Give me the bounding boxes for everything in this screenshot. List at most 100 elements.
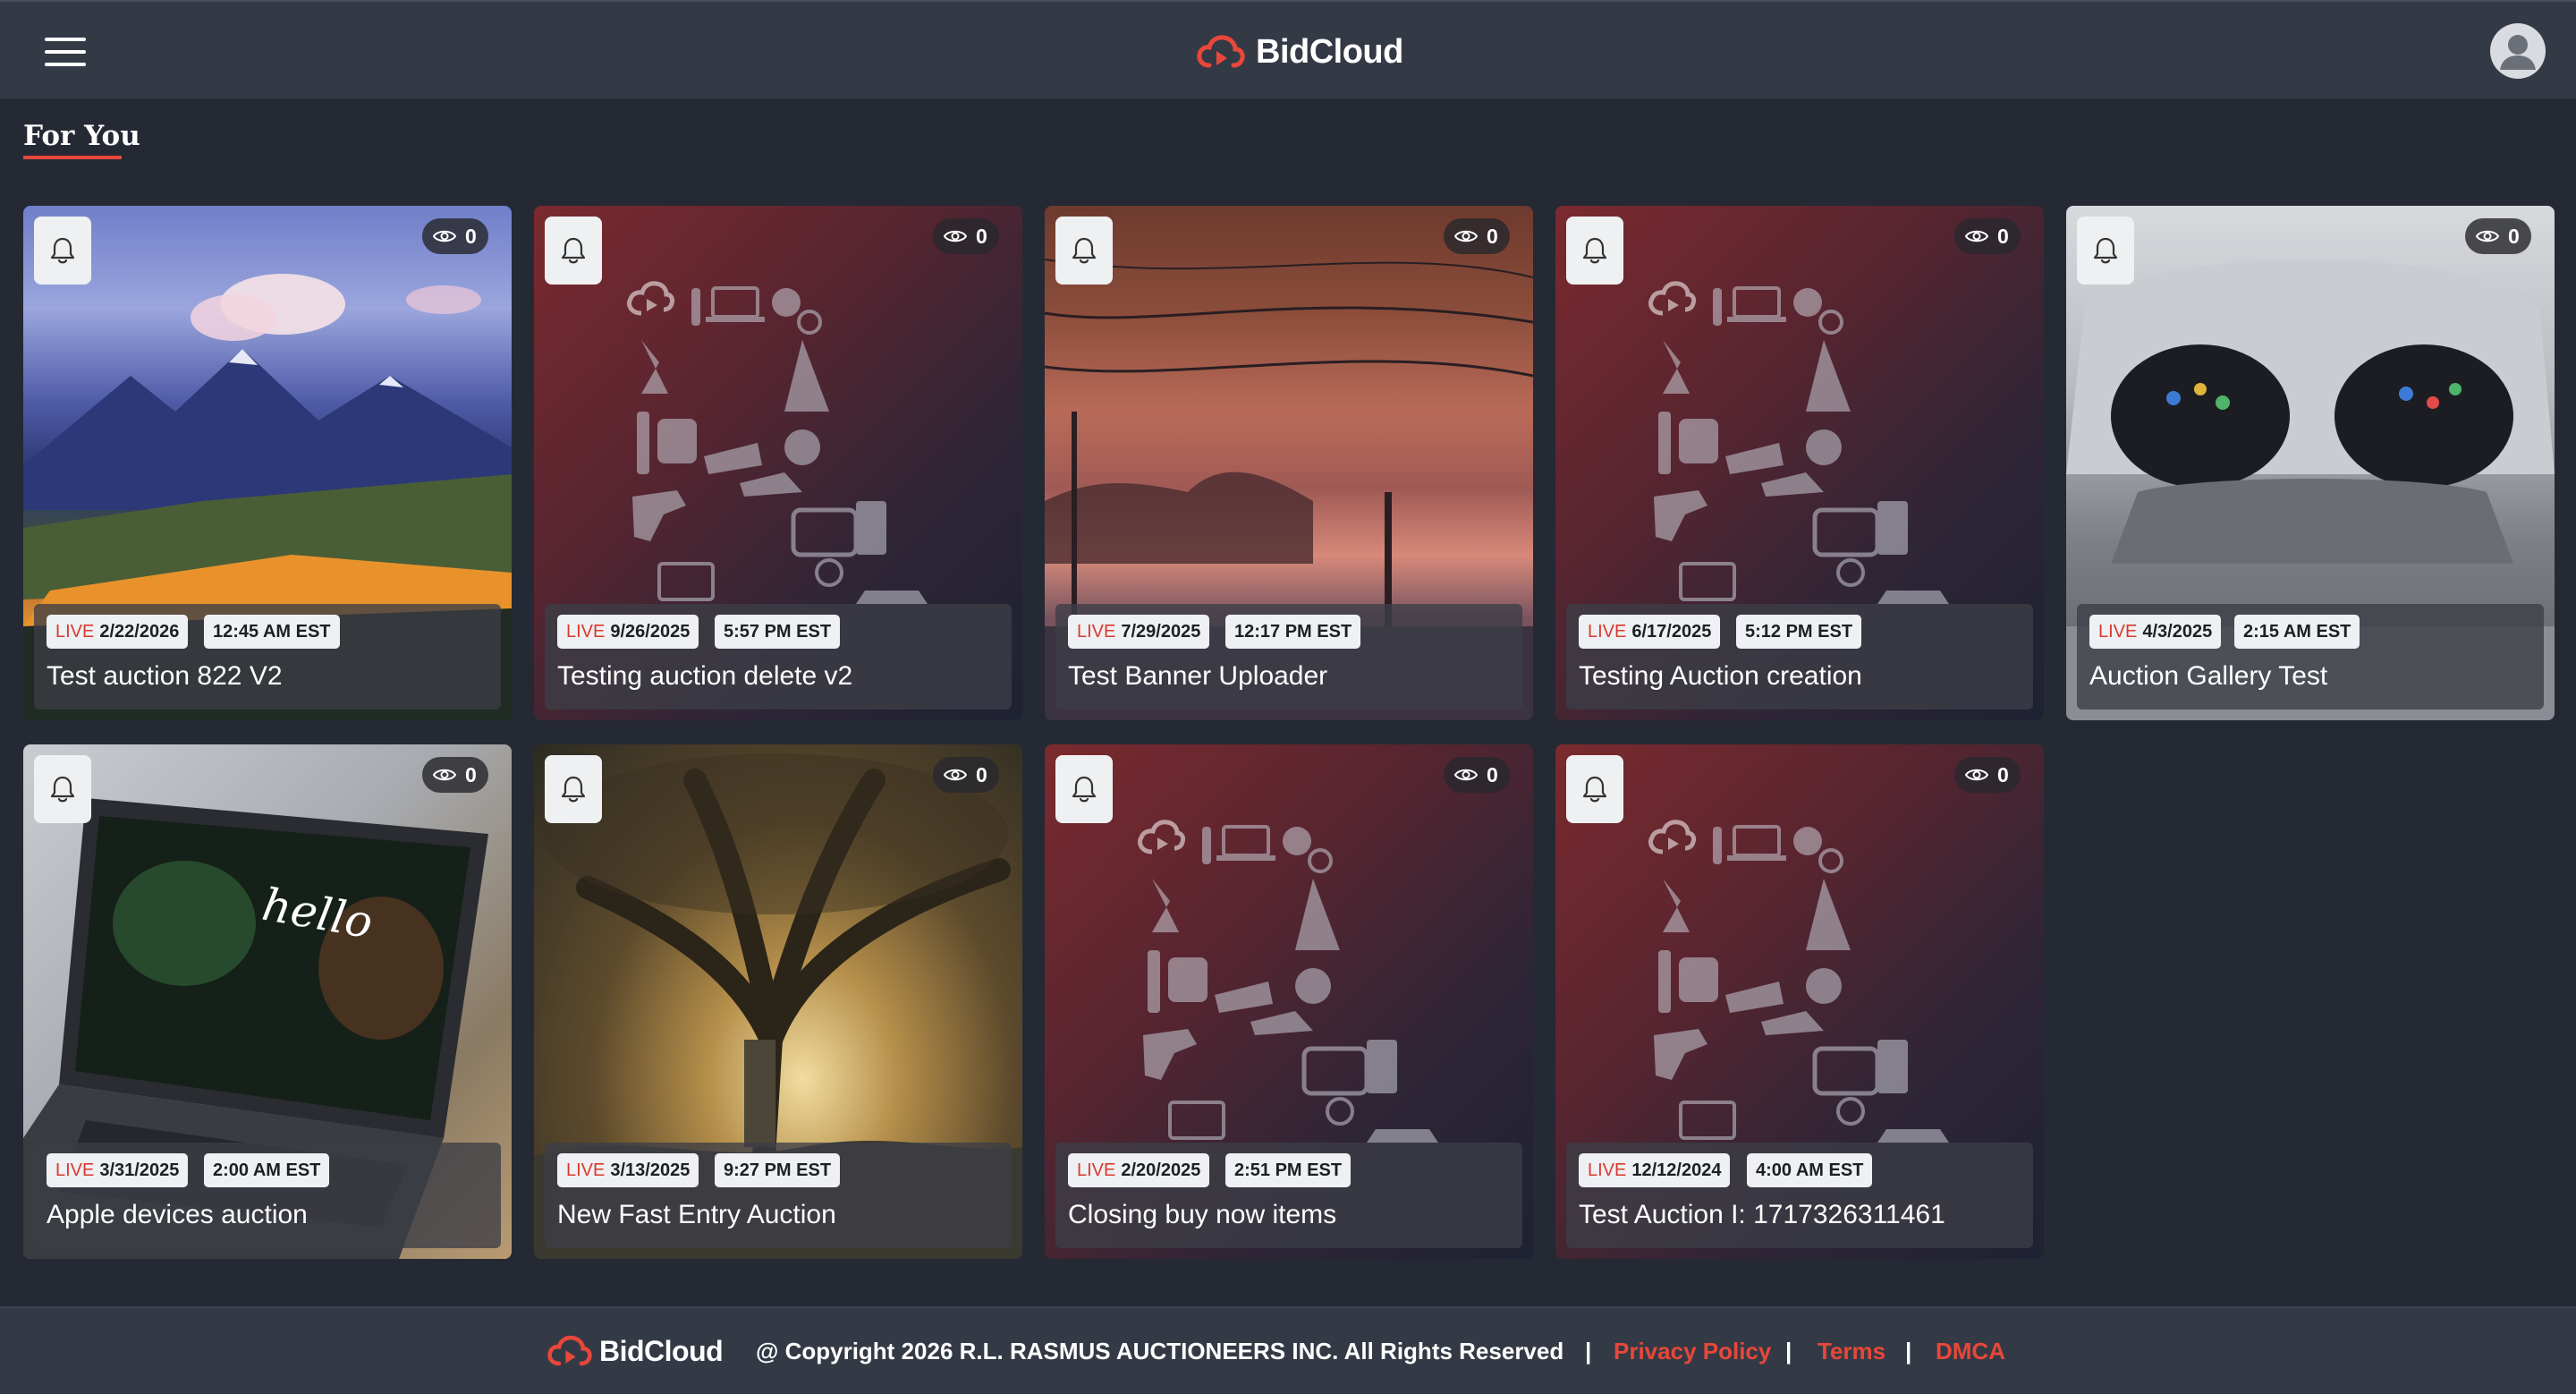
cloud-logo-icon <box>547 1335 592 1366</box>
watch-bell-button[interactable] <box>1055 755 1113 823</box>
watch-bell-button[interactable] <box>1566 755 1623 823</box>
footer-separator: | <box>1785 1338 1792 1364</box>
auction-time: 12:17 PM EST <box>1234 621 1352 642</box>
bell-icon <box>2093 237 2118 264</box>
auction-card[interactable]: 0 LIVE 12/12/2024 4:00 AM EST Test Aucti… <box>1555 744 2044 1259</box>
auction-time-badge: 9:27 PM EST <box>715 1153 841 1187</box>
terms-link[interactable]: Terms <box>1818 1338 1885 1365</box>
user-avatar-icon[interactable] <box>2490 23 2546 79</box>
auction-card[interactable]: 0 LIVE 6/17/2025 5:12 PM EST Testing Auc… <box>1555 206 2044 720</box>
auction-time: 9:27 PM EST <box>724 1160 832 1180</box>
view-count-badge: 0 <box>933 757 999 793</box>
auction-date-badge: LIVE 3/13/2025 <box>557 1153 699 1187</box>
eye-icon <box>433 769 456 781</box>
watch-bell-button[interactable] <box>1055 217 1113 285</box>
live-label: LIVE <box>1077 621 1116 642</box>
footer-separator: | <box>1905 1338 1912 1364</box>
cloud-logo-icon <box>1197 35 1245 68</box>
auction-info-panel: LIVE 2/20/2025 2:51 PM EST Closing buy n… <box>1055 1143 1522 1248</box>
eye-icon <box>1454 769 1478 781</box>
auction-card[interactable]: 0 LIVE 3/13/2025 9:27 PM EST New Fast En… <box>534 744 1022 1259</box>
auction-info-panel: LIVE 3/13/2025 9:27 PM EST New Fast Entr… <box>545 1143 1012 1248</box>
auction-time: 4:00 AM EST <box>1756 1160 1864 1180</box>
auction-card[interactable]: 0 LIVE 7/29/2025 12:17 PM EST Test Banne… <box>1045 206 1533 720</box>
auction-title[interactable]: Closing buy now items <box>1068 1200 1336 1230</box>
auction-time-badge: 12:17 PM EST <box>1225 615 1361 649</box>
watch-bell-button[interactable] <box>1566 217 1623 285</box>
auction-time: 5:12 PM EST <box>1745 621 1853 642</box>
auction-date: 2/20/2025 <box>1121 1160 1201 1180</box>
brand-logo[interactable]: BidCloud <box>1197 29 1403 75</box>
auction-card[interactable]: 0 LIVE 2/22/2026 12:45 AM EST Test aucti… <box>23 206 512 720</box>
bell-icon <box>50 237 75 264</box>
view-count-badge: 0 <box>422 218 488 254</box>
auction-time-badge: 2:00 AM EST <box>204 1153 330 1187</box>
auction-card[interactable]: 0 LIVE 9/26/2025 5:57 PM EST Testing auc… <box>534 206 1022 720</box>
auction-title[interactable]: Testing auction delete v2 <box>557 661 852 692</box>
footer-separator: | <box>1585 1338 1592 1364</box>
auction-time-badge: 2:15 AM EST <box>2234 615 2360 649</box>
auction-title[interactable]: New Fast Entry Auction <box>557 1200 836 1230</box>
auction-card[interactable]: hello 0 LIVE 3/31/2025 2:00 AM EST Apple… <box>23 744 512 1259</box>
dmca-link[interactable]: DMCA <box>1936 1338 2005 1365</box>
bell-icon <box>50 776 75 803</box>
auction-title[interactable]: Testing Auction creation <box>1579 661 1862 692</box>
auction-time: 12:45 AM EST <box>213 621 331 642</box>
view-count-badge: 0 <box>1954 218 2021 254</box>
auction-title[interactable]: Auction Gallery Test <box>2089 661 2327 692</box>
bell-icon <box>1582 776 1607 803</box>
auction-date: 9/26/2025 <box>610 621 691 642</box>
view-count-badge: 0 <box>2465 218 2531 254</box>
auction-info-panel: LIVE 3/31/2025 2:00 AM EST Apple devices… <box>34 1143 501 1248</box>
top-navigation-bar: BidCloud <box>0 0 2576 98</box>
auction-card[interactable]: 0 LIVE 4/3/2025 2:15 AM EST Auction Gall… <box>2066 206 2555 720</box>
watch-bell-button[interactable] <box>34 755 91 823</box>
watch-bell-button[interactable] <box>545 217 602 285</box>
auction-info-panel: LIVE 7/29/2025 12:17 PM EST Test Banner … <box>1055 604 1522 710</box>
section-title: For You <box>23 120 140 152</box>
auction-date: 12/12/2024 <box>1631 1160 1722 1180</box>
auction-date-badge: LIVE 12/12/2024 <box>1579 1153 1731 1187</box>
bell-icon <box>561 776 586 803</box>
live-label: LIVE <box>566 621 606 642</box>
watch-bell-button[interactable] <box>34 217 91 285</box>
auction-date-badge: LIVE 2/20/2025 <box>1068 1153 1210 1187</box>
eye-icon <box>2476 230 2499 242</box>
view-count: 0 <box>1487 224 1498 248</box>
auction-time: 2:00 AM EST <box>213 1160 321 1180</box>
auction-date-badge: LIVE 9/26/2025 <box>557 615 699 649</box>
live-label: LIVE <box>566 1160 606 1180</box>
auction-date: 3/13/2025 <box>610 1160 691 1180</box>
eye-icon <box>944 769 967 781</box>
auction-date-badge: LIVE 3/31/2025 <box>47 1153 189 1187</box>
view-count: 0 <box>465 224 477 248</box>
auction-date: 6/17/2025 <box>1631 621 1712 642</box>
auction-date-badge: LIVE 6/17/2025 <box>1579 615 1721 649</box>
watch-bell-button[interactable] <box>545 755 602 823</box>
eye-icon <box>944 230 967 242</box>
auction-title[interactable]: Test Banner Uploader <box>1068 661 1327 692</box>
auction-title[interactable]: Test Auction I: 1717326311461 <box>1579 1200 1945 1230</box>
auction-title[interactable]: Test auction 822 V2 <box>47 661 283 692</box>
footer-brand-name: BidCloud <box>599 1334 724 1367</box>
live-label: LIVE <box>55 621 95 642</box>
bell-icon <box>1072 776 1097 803</box>
eye-icon <box>433 230 456 242</box>
view-count-badge: 0 <box>422 757 488 793</box>
auction-date-badge: LIVE 2/22/2026 <box>47 615 189 649</box>
auction-time: 2:15 AM EST <box>2243 621 2351 642</box>
view-count: 0 <box>465 762 477 786</box>
live-label: LIVE <box>1077 1160 1116 1180</box>
live-label: LIVE <box>1588 1160 1627 1180</box>
privacy-policy-link[interactable]: Privacy Policy <box>1614 1338 1771 1365</box>
auction-info-panel: LIVE 2/22/2026 12:45 AM EST Test auction… <box>34 604 501 710</box>
auction-title[interactable]: Apple devices auction <box>47 1200 308 1230</box>
hamburger-menu-icon[interactable] <box>45 38 86 66</box>
view-count: 0 <box>2508 224 2520 248</box>
auction-card[interactable]: 0 LIVE 2/20/2025 2:51 PM EST Closing buy… <box>1045 744 1533 1259</box>
view-count: 0 <box>1997 224 2009 248</box>
copyright-text: @ Copyright 2026 R.L. RASMUS AUCTIONEERS… <box>756 1338 1564 1364</box>
watch-bell-button[interactable] <box>2077 217 2134 285</box>
footer-brand-logo[interactable]: BidCloud <box>547 1333 724 1369</box>
auction-date: 7/29/2025 <box>1121 621 1201 642</box>
